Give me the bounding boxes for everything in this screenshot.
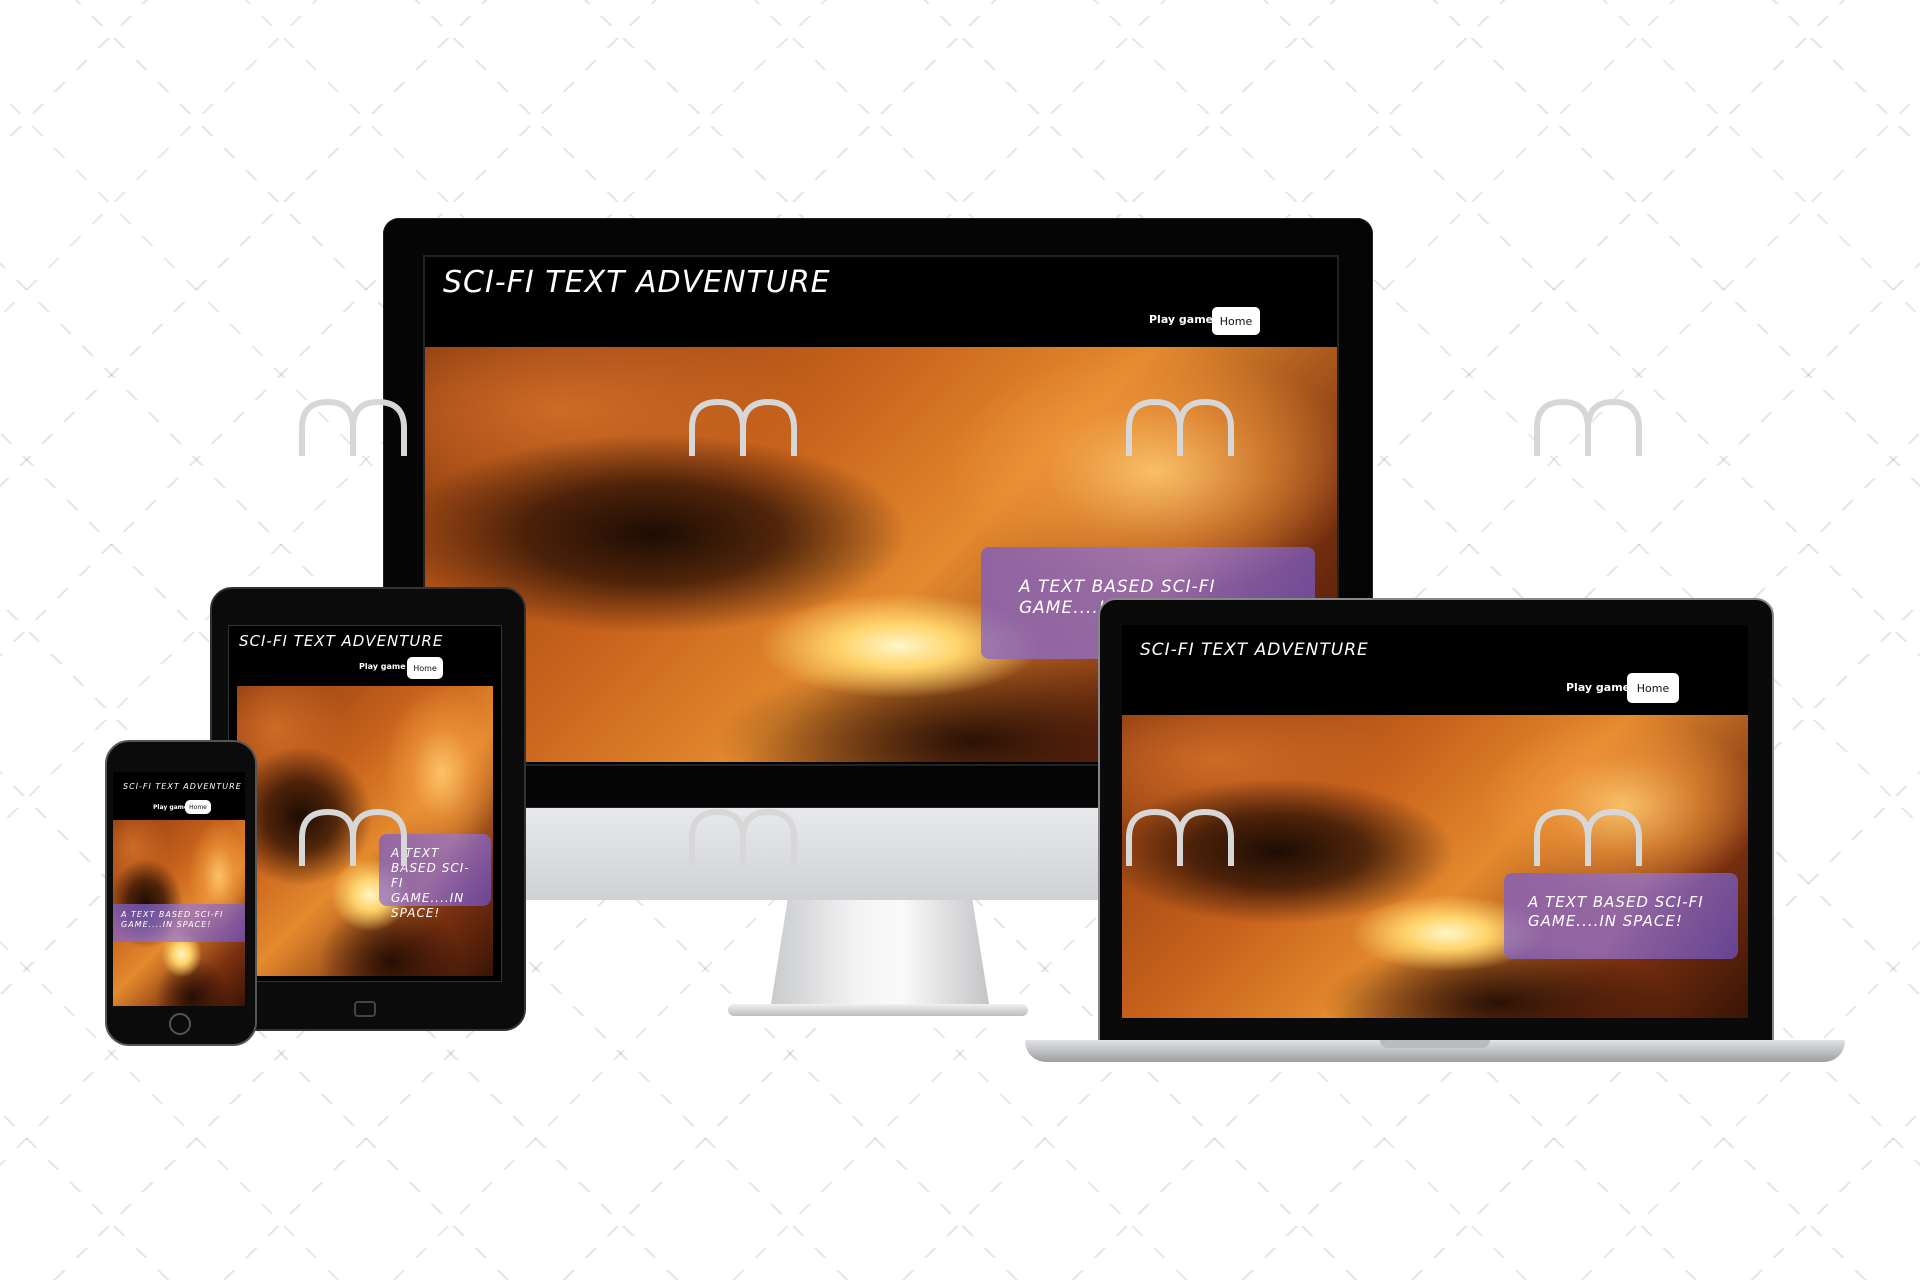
- imac-stand-foot: [728, 1004, 1028, 1016]
- nav-home-button[interactable]: Home: [1627, 673, 1679, 703]
- tagline-box: A TEXT BASED SCI-FI GAME....IN SPACE!: [379, 834, 491, 920]
- laptop-hinge-notch: [1380, 1040, 1490, 1048]
- tablet-home-button: [354, 1001, 376, 1017]
- site-title: SCI-FI TEXT ADVENTURE: [1140, 640, 1369, 660]
- nav-play-game-link[interactable]: Play game: [153, 804, 188, 811]
- imac-stand: [770, 900, 990, 1010]
- tagline-box: A TEXT BASED SCI-FI GAME....IN SPACE!: [113, 904, 245, 942]
- nav-home-button[interactable]: Home: [1212, 307, 1260, 335]
- nav-home-button[interactable]: Home: [407, 657, 443, 679]
- hero-image: A TEXT BASED SCI-FI GAME....IN SPACE!: [113, 820, 245, 1006]
- nav-play-game-link[interactable]: Play game: [1149, 313, 1213, 326]
- m-logo-watermark-icon: [1533, 398, 1643, 458]
- hero-image: A TEXT BASED SCI-FI GAME....IN SPACE!: [237, 686, 493, 976]
- tablet-screen: SCI-FI TEXT ADVENTURE Play game Home A T…: [228, 625, 502, 982]
- site-title: SCI-FI TEXT ADVENTURE: [443, 265, 831, 300]
- site-title: SCI-FI TEXT ADVENTURE: [123, 782, 242, 791]
- phone-screen: SCI-FI TEXT ADVENTURE Play game Home A T…: [113, 772, 245, 1006]
- tagline-box: A TEXT BASED SCI-FI GAME....IN SPACE!: [1504, 873, 1738, 959]
- phone-home-button: [169, 1013, 191, 1035]
- hero-image: A TEXT BASED SCI-FI GAME....IN SPACE!: [1122, 715, 1748, 1018]
- laptop-screen: SCI-FI TEXT ADVENTURE Play game Home A T…: [1122, 625, 1748, 1018]
- nav-play-game-link[interactable]: Play game: [1566, 681, 1630, 694]
- nav-play-game-link[interactable]: Play game: [359, 662, 406, 671]
- site-title: SCI-FI TEXT ADVENTURE: [239, 632, 444, 650]
- nav-home-button[interactable]: Home: [185, 800, 211, 814]
